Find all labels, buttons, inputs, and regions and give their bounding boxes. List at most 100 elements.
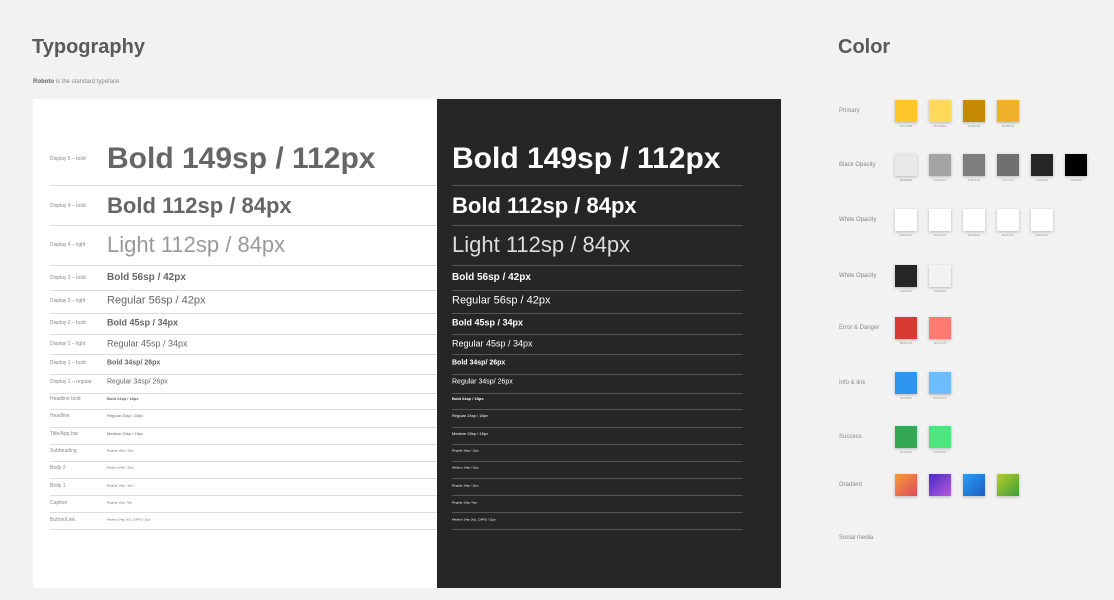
color-swatch[interactable]: #4FE57F <box>929 426 951 454</box>
swatch-chip <box>997 154 1019 176</box>
swatch-chip <box>929 317 951 339</box>
color-group-label: Gradient <box>839 482 863 488</box>
color-swatch[interactable]: #262626 <box>1031 154 1053 182</box>
type-sample-light: Bold 56sp / 42px <box>107 272 186 283</box>
color-swatch[interactable]: #C68A00 <box>963 100 985 128</box>
type-style-label: Display 2 – light <box>50 341 86 347</box>
swatch-chip <box>929 474 951 496</box>
row-divider <box>452 334 743 335</box>
color-group-label: Info & link <box>839 380 866 386</box>
swatch-hex: #7E7E7E <box>967 178 981 182</box>
type-sample-light: Medium 14sp (ALL CAPS) / 11px <box>107 517 151 522</box>
type-style-label: Display 3 – bold <box>50 275 86 281</box>
type-sample-light: Regular 24sp / 18px <box>107 413 143 418</box>
type-sample-dark: Medium 14sp (ALL CAPS) / 11px <box>452 517 496 522</box>
type-sample-dark: Regular 16sp / 12px <box>452 448 479 453</box>
row-divider <box>452 478 743 479</box>
color-swatch[interactable]: #FFC62B <box>895 100 917 128</box>
type-sample-dark: Bold 45sp / 34px <box>452 317 524 328</box>
type-style-label: Display 1 – bold <box>50 360 86 366</box>
row-divider <box>50 529 437 530</box>
color-swatch[interactable]: #262626 <box>895 265 917 293</box>
color-swatch[interactable] <box>895 474 917 496</box>
color-title: Color <box>838 36 891 58</box>
type-sample-dark: Regular 24sp / 18px <box>452 413 488 418</box>
swatch-chip <box>963 154 985 176</box>
type-sample-light: Medium 20sp / 15px <box>107 431 144 436</box>
swatch-hex: #FFFFFF <box>967 233 981 237</box>
row-divider <box>452 374 743 375</box>
swatch-chip <box>929 154 951 176</box>
color-swatch[interactable]: #D83A34 <box>895 317 917 345</box>
type-sample-light: Bold 24sp / 18px <box>107 396 139 401</box>
color-swatch[interactable]: #F0B12A <box>997 100 1019 128</box>
swatch-chip <box>895 265 917 287</box>
type-style-label: Button/Link <box>50 517 76 523</box>
row-divider <box>50 393 437 394</box>
swatch-chip <box>895 209 917 231</box>
color-swatch[interactable]: #FFFFFF <box>963 209 985 237</box>
swatch-chip <box>929 265 951 287</box>
color-swatch[interactable]: #34A853 <box>895 426 917 454</box>
color-swatch[interactable]: #F2F2F2 <box>929 265 951 293</box>
color-swatch[interactable] <box>997 474 1019 496</box>
type-sample-dark: Bold 56sp / 42px <box>452 272 531 283</box>
swatch-hex: #262626 <box>1036 178 1048 182</box>
row-divider <box>452 512 743 513</box>
swatch-chip <box>929 100 951 122</box>
row-divider <box>50 185 437 186</box>
color-swatch[interactable]: #2F96F0 <box>895 372 917 400</box>
row-divider <box>452 461 743 462</box>
color-swatch[interactable]: #FFFFFF <box>997 209 1019 237</box>
color-swatch[interactable]: #7E7E7E <box>963 154 985 182</box>
color-swatch[interactable]: #FFFFFF <box>895 209 917 237</box>
swatch-hex: #FFFFFF <box>899 233 913 237</box>
color-swatch[interactable] <box>929 474 951 496</box>
color-swatch[interactable]: #707070 <box>997 154 1019 182</box>
swatch-chip <box>929 426 951 448</box>
swatch-hex: #262626 <box>900 289 912 293</box>
swatch-chip <box>963 474 985 496</box>
row-divider <box>452 529 743 530</box>
swatch-chip <box>997 100 1019 122</box>
swatch-hex: #34A853 <box>899 450 912 454</box>
type-sample-light: Regular 16sp / 12px <box>107 448 134 453</box>
color-swatch[interactable]: #000000 <box>1065 154 1087 182</box>
swatch-hex: #6CBCFF <box>933 396 947 400</box>
swatch-hex: #FFFFFF <box>1001 233 1015 237</box>
row-divider <box>452 185 743 186</box>
type-sample-dark: Medium 14sp / 11px <box>452 465 479 470</box>
row-divider <box>452 393 743 394</box>
swatch-hex: #707070 <box>1002 178 1014 182</box>
color-swatch[interactable]: #A3A3A3 <box>929 154 951 182</box>
color-swatch[interactable]: #FFFFFF <box>1031 209 1053 237</box>
swatch-hex: #C68A00 <box>967 124 981 128</box>
swatch-chip <box>895 154 917 176</box>
type-sample-light: Regular 34sp/ 26px <box>107 378 168 386</box>
swatch-hex: #F2F2F2 <box>933 289 947 293</box>
row-divider <box>50 225 437 226</box>
type-sample-dark: Bold 34sp/ 26px <box>452 359 506 367</box>
type-style-label: Headline bold <box>50 396 81 402</box>
type-sample-light: Bold 149sp / 112px <box>107 142 376 175</box>
color-swatch[interactable]: #E8E8E8 <box>895 154 917 182</box>
swatch-chip <box>929 372 951 394</box>
type-sample-dark: Regular 14sp / 11px <box>452 483 479 488</box>
type-sample-dark: Regular 45sp / 34px <box>452 338 533 349</box>
swatch-chip <box>929 209 951 231</box>
type-style-label: Display 5 – bold <box>50 156 86 162</box>
swatch-hex: #FFD95A <box>933 124 947 128</box>
type-sample-dark: Light 112sp / 84px <box>452 232 631 257</box>
swatch-hex: #F0B12A <box>1001 124 1015 128</box>
swatch-hex: #A3A3A3 <box>933 178 947 182</box>
type-style-label: Display 4 – bold <box>50 203 86 209</box>
type-sample-light: Light 112sp / 84px <box>107 232 286 257</box>
color-swatch[interactable]: #FF7A70 <box>929 317 951 345</box>
color-swatch[interactable]: #6CBCFF <box>929 372 951 400</box>
color-swatch[interactable]: #FFFFFF <box>929 209 951 237</box>
type-sample-light: Regular 45sp / 34px <box>107 338 188 349</box>
color-group-label: White Opacity <box>839 273 877 279</box>
color-swatch[interactable]: #FFD95A <box>929 100 951 128</box>
swatch-chip <box>997 474 1019 496</box>
color-swatch[interactable] <box>963 474 985 496</box>
